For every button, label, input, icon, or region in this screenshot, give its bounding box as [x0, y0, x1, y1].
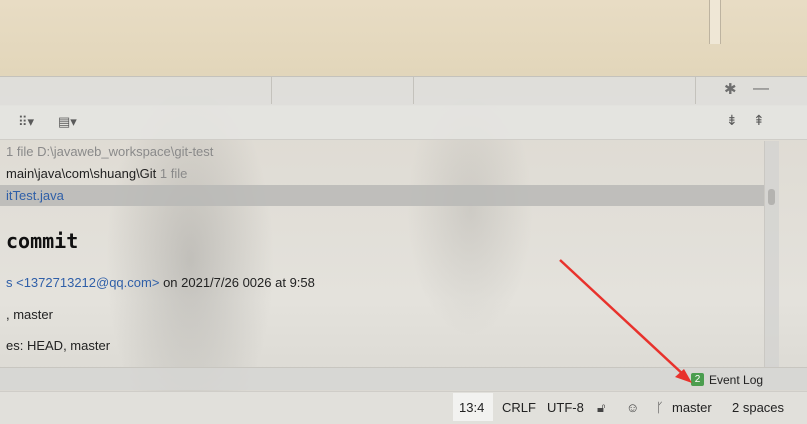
commit-date: on 2021/7/26 0026 at 9:58	[163, 275, 315, 290]
file-count: 1 file	[6, 144, 34, 159]
gear-icon[interactable]: ✱	[724, 81, 737, 99]
tool-window-header	[0, 76, 807, 106]
minimize-icon[interactable]: —	[753, 80, 769, 98]
line-separator[interactable]: CRLF	[502, 399, 536, 416]
scrollbar-thumb[interactable]	[768, 189, 775, 205]
file-encoding[interactable]: UTF-8	[547, 399, 584, 416]
event-count-badge: 2	[691, 373, 704, 386]
lock-icon[interactable]: 🔓︎	[597, 399, 605, 416]
refs-line: es: HEAD, master	[6, 338, 111, 353]
event-log-button[interactable]: Event Log	[709, 373, 763, 387]
changed-files-tree: 1 file D:\javaweb_workspace\git-test mai…	[0, 141, 764, 207]
header-divider	[413, 76, 414, 104]
author-email[interactable]: s <1372713212@qq.com>	[6, 275, 159, 290]
package-path: main\java\com\shuang\Git	[6, 166, 157, 181]
commit-message: commit	[6, 229, 79, 253]
tree-row-package[interactable]: main\java\com\shuang\Git 1 file	[6, 163, 187, 184]
tree-row-root[interactable]: 1 file D:\javaweb_workspace\git-test	[6, 141, 213, 162]
group-by-icon[interactable]: ⠿▾	[18, 114, 34, 130]
collapse-all-icon[interactable]: ⇞	[753, 112, 765, 128]
changes-toolbar	[0, 105, 807, 140]
caret-position[interactable]: 13:4	[459, 399, 484, 416]
author-line: s <1372713212@qq.com> on 2021/7/26 0026 …	[6, 275, 315, 290]
editor-area[interactable]	[0, 0, 807, 76]
git-branch[interactable]: master	[672, 399, 712, 416]
editor-scrollbar[interactable]	[709, 0, 721, 44]
branch-line: , master	[6, 307, 53, 322]
inspector-icon[interactable]: ☺	[626, 399, 639, 416]
layout-icon[interactable]: ▤▾	[58, 114, 77, 130]
header-divider	[695, 76, 696, 104]
details-scrollbar[interactable]	[764, 141, 779, 367]
commit-details: commit s <1372713212@qq.com> on 2021/7/2…	[0, 207, 764, 367]
header-divider	[271, 76, 272, 104]
indent-setting[interactable]: 2 spaces	[732, 399, 784, 416]
file-name: itTest.java	[6, 188, 64, 203]
tree-row-file[interactable]: itTest.java	[0, 185, 764, 206]
file-count: 1 file	[159, 166, 188, 181]
tool-window-stripe	[0, 367, 807, 390]
branch-icon[interactable]: ᚴ	[656, 399, 664, 416]
root-path: D:\javaweb_workspace\git-test	[37, 144, 214, 159]
expand-all-icon[interactable]: ⇟	[726, 112, 738, 128]
